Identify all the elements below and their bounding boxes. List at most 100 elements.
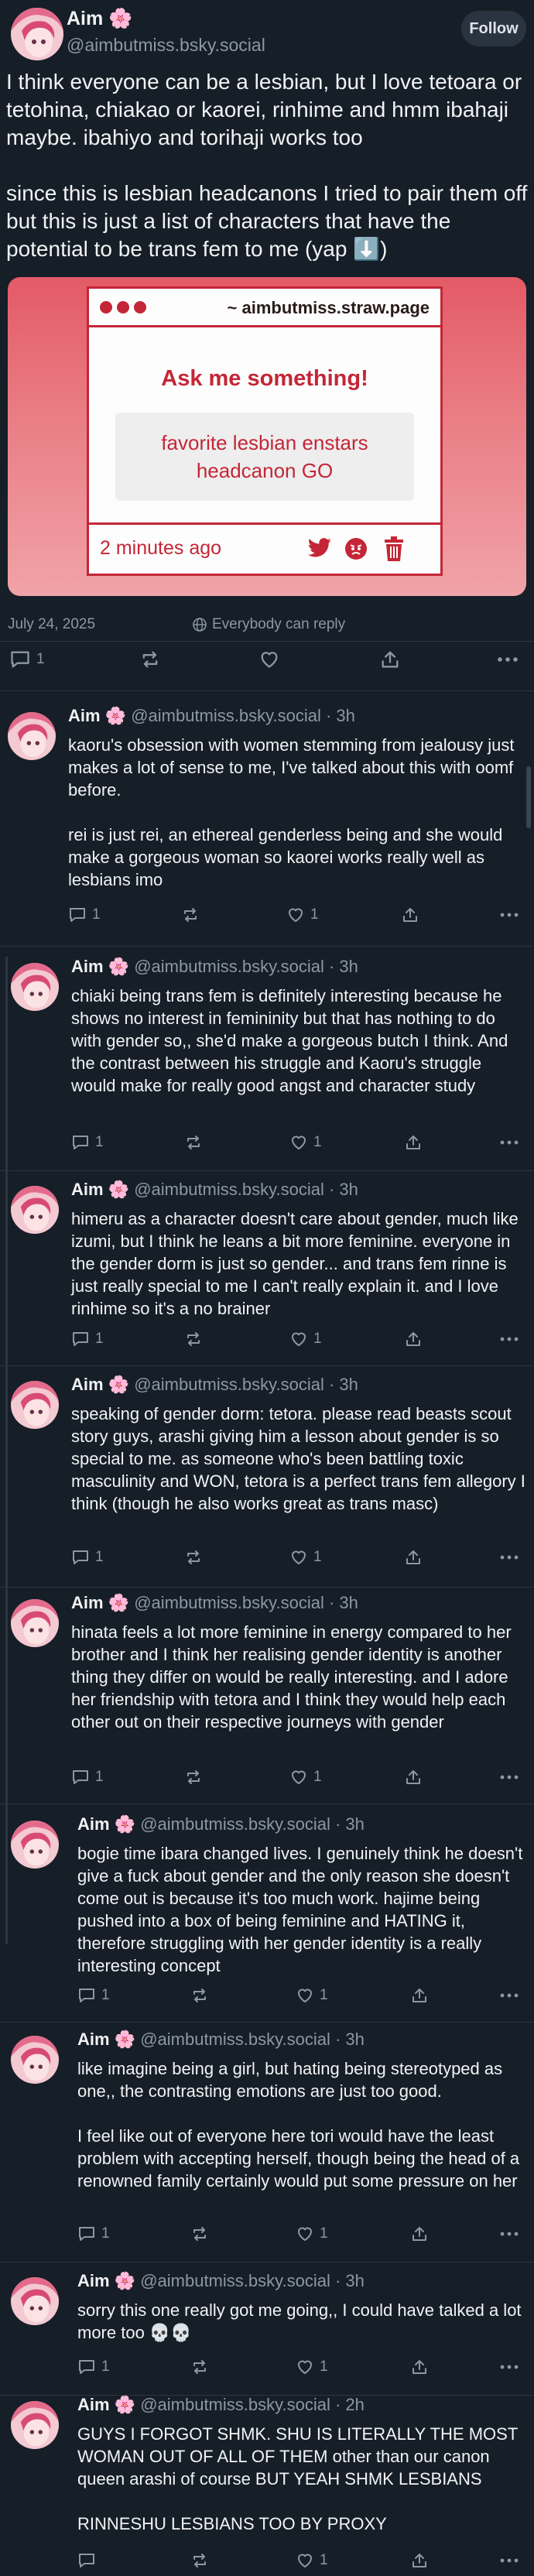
share-button[interactable]	[404, 1548, 423, 1567]
reply-time[interactable]: 3h	[339, 1375, 358, 1394]
reply-time[interactable]: 3h	[339, 1180, 358, 1199]
reply-author-name[interactable]: Aim 🌸	[71, 1375, 129, 1394]
reply-button[interactable]: 1	[71, 1548, 104, 1567]
reply-time[interactable]: 3h	[345, 2271, 364, 2290]
reply-avatar[interactable]	[11, 1599, 59, 1647]
reply-avatar[interactable]	[11, 2277, 59, 2325]
repost-button[interactable]	[190, 2551, 209, 2570]
reply-time[interactable]: 3h	[339, 1593, 358, 1612]
comment-icon	[77, 2225, 96, 2243]
repost-button[interactable]	[184, 1330, 203, 1348]
reply-avatar[interactable]	[11, 1381, 59, 1429]
reply-author-handle[interactable]: @aimbutmiss.bsky.social	[129, 1180, 324, 1199]
more-options-button[interactable]	[498, 2551, 520, 2570]
reply-author-name[interactable]: Aim 🌸	[71, 1593, 129, 1612]
repost-button[interactable]	[190, 2225, 209, 2243]
share-button[interactable]	[401, 906, 419, 924]
reply-author-handle[interactable]: @aimbutmiss.bsky.social	[135, 1814, 330, 1834]
reply-avatar[interactable]	[11, 2401, 59, 2449]
reply-button[interactable]: 1	[77, 2225, 110, 2243]
reply-button[interactable]: 1	[77, 2358, 110, 2376]
share-button[interactable]	[404, 1133, 423, 1152]
repost-button[interactable]	[184, 1133, 203, 1152]
reply-button[interactable]: 1	[71, 1133, 104, 1152]
like-button[interactable]: 1	[289, 1548, 322, 1567]
more-options-button[interactable]	[498, 1986, 520, 2005]
repost-button[interactable]	[184, 1768, 203, 1786]
reply-avatar[interactable]	[11, 2036, 59, 2084]
reply-time[interactable]: 2h	[345, 2395, 364, 2414]
reply-time[interactable]: 3h	[336, 706, 354, 725]
share-button[interactable]	[410, 2225, 429, 2243]
reply-author-handle[interactable]: @aimbutmiss.bsky.social	[135, 2395, 330, 2414]
share-button[interactable]	[410, 2358, 429, 2376]
share-button[interactable]	[404, 1768, 423, 1786]
reply-avatar[interactable]	[11, 1821, 59, 1869]
reply-button[interactable]: 1	[77, 1986, 110, 2005]
reply-button[interactable]	[77, 2551, 96, 2570]
more-options-button[interactable]	[498, 1768, 520, 1786]
share-button[interactable]	[410, 2551, 429, 2570]
post-date: July 24, 2025	[8, 616, 96, 632]
more-options-button[interactable]	[498, 906, 520, 924]
like-button[interactable]: 1	[289, 1133, 322, 1152]
repost-button[interactable]	[190, 2358, 209, 2376]
angry-face-icon	[344, 537, 368, 564]
reply-button[interactable]: 1	[68, 906, 101, 924]
reply-author-handle[interactable]: @aimbutmiss.bsky.social	[129, 1375, 324, 1394]
repost-button[interactable]	[190, 1986, 209, 2005]
reply-author-name[interactable]: Aim 🌸	[77, 2271, 135, 2290]
reply-button[interactable]: 1	[9, 649, 45, 670]
heart-icon	[289, 1768, 308, 1786]
author-avatar[interactable]	[11, 8, 63, 60]
reply-setting[interactable]: Everybody can reply	[192, 616, 345, 633]
reply-button[interactable]: 1	[71, 1330, 104, 1348]
bird-icon	[307, 537, 332, 563]
reply-author-name[interactable]: Aim 🌸	[71, 957, 129, 976]
reply-author-handle[interactable]: @aimbutmiss.bsky.social	[129, 1593, 324, 1612]
like-button[interactable]: 1	[289, 1768, 322, 1786]
like-button[interactable]: 1	[296, 2225, 328, 2243]
reply-author-handle[interactable]: @aimbutmiss.bsky.social	[135, 2030, 330, 2049]
reply-time[interactable]: 3h	[345, 1814, 364, 1834]
repost-button[interactable]	[139, 649, 161, 670]
post-paragraph: since this is lesbian headcanons I tried…	[6, 181, 528, 261]
reply-time[interactable]: 3h	[339, 957, 358, 976]
like-button[interactable]: 1	[296, 2358, 328, 2376]
repost-button[interactable]	[181, 906, 200, 924]
reply-avatar[interactable]	[11, 963, 59, 1011]
more-options-button[interactable]	[498, 1133, 520, 1152]
more-options-button[interactable]	[498, 1330, 520, 1348]
like-button[interactable]: 1	[286, 906, 319, 924]
reply-author-name[interactable]: Aim 🌸	[71, 1180, 129, 1199]
reply-avatar[interactable]	[11, 1186, 59, 1234]
like-button[interactable]: 1	[289, 1330, 322, 1348]
more-options-button[interactable]	[498, 2225, 520, 2243]
like-button[interactable]	[258, 649, 280, 670]
reply-button[interactable]: 1	[71, 1768, 104, 1786]
more-options-button[interactable]	[495, 649, 520, 670]
reply-author-handle[interactable]: @aimbutmiss.bsky.social	[135, 2271, 330, 2290]
comment-icon	[71, 1768, 90, 1786]
share-icon	[404, 1133, 423, 1152]
reply-author-name[interactable]: Aim 🌸	[68, 706, 126, 725]
reply-author-name[interactable]: Aim 🌸	[77, 2395, 135, 2414]
reply-author-name[interactable]: Aim 🌸	[77, 1814, 135, 1834]
like-button[interactable]: 1	[296, 1986, 328, 2005]
reply-author-handle[interactable]: @aimbutmiss.bsky.social	[129, 957, 324, 976]
author-handle[interactable]: @aimbutmiss.bsky.social	[67, 35, 265, 56]
follow-button[interactable]: Follow	[461, 11, 526, 46]
repost-button[interactable]	[184, 1548, 203, 1567]
reply-author-handle[interactable]: @aimbutmiss.bsky.social	[126, 706, 321, 725]
more-options-button[interactable]	[498, 2358, 520, 2376]
author-name[interactable]: Aim 🌸	[67, 8, 132, 30]
reply-time[interactable]: 3h	[345, 2030, 364, 2049]
share-button[interactable]	[404, 1330, 423, 1348]
more-options-button[interactable]	[498, 1548, 520, 1567]
reply-author-name[interactable]: Aim 🌸	[77, 2030, 135, 2049]
share-button[interactable]	[410, 1986, 429, 2005]
share-button[interactable]	[379, 649, 401, 670]
like-button[interactable]: 1	[296, 2551, 328, 2570]
embed-titlebar: ~ aimbutmiss.straw.page	[89, 289, 440, 327]
reply-avatar[interactable]	[8, 712, 56, 760]
